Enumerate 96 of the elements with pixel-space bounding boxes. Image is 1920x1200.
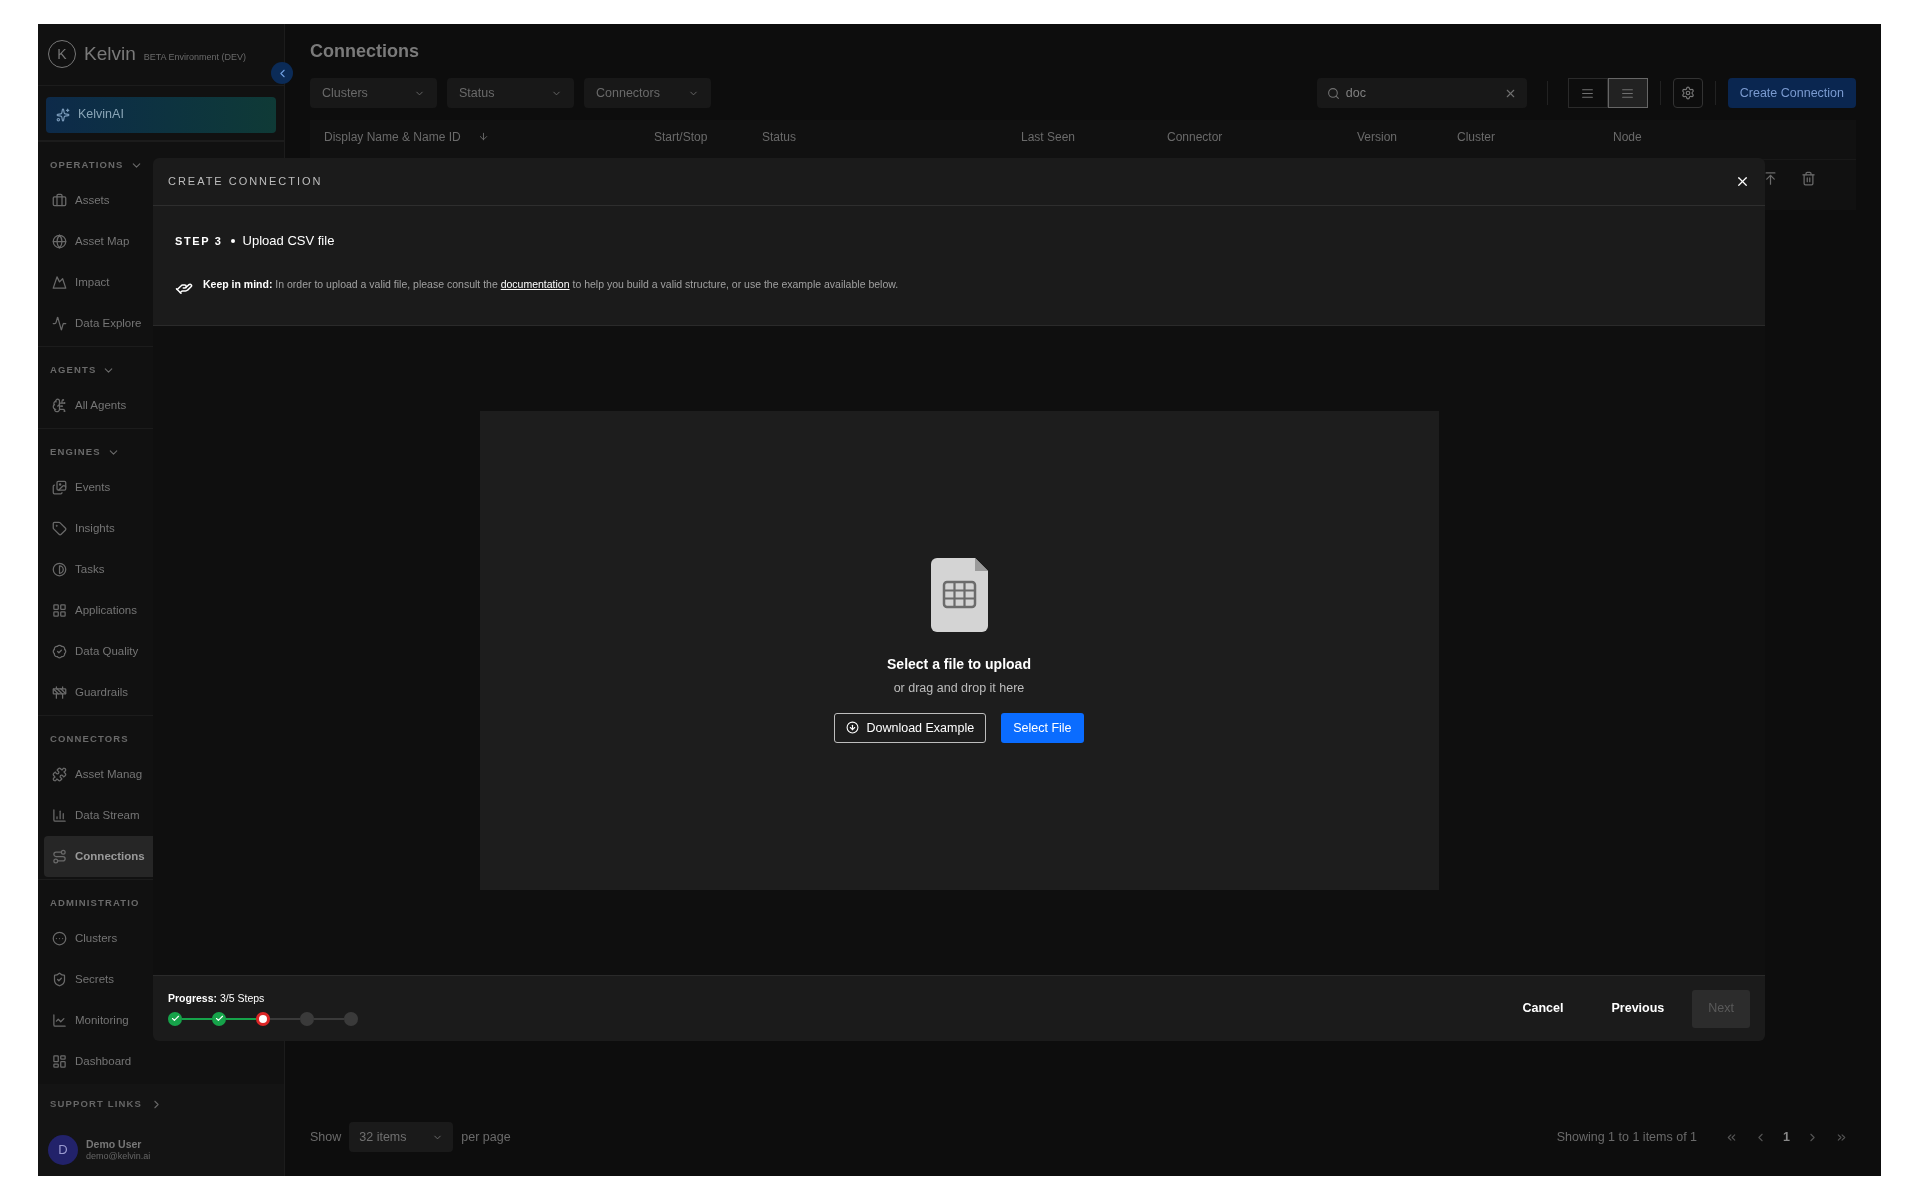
column-header[interactable]: Display Name & Name ID bbox=[324, 128, 461, 146]
select-file-button[interactable]: Select File bbox=[1001, 712, 1084, 743]
section-title: ADMINISTRATIO bbox=[50, 895, 140, 910]
per-page-label: per page bbox=[461, 1128, 511, 1146]
briefcase-icon bbox=[52, 193, 67, 208]
sidebar-item[interactable]: Asset Manag bbox=[44, 754, 153, 795]
sidebar-item[interactable]: Applications bbox=[44, 590, 153, 631]
section-title: CONNECTORS bbox=[50, 731, 129, 746]
close-icon[interactable] bbox=[1735, 174, 1750, 189]
sidebar-item[interactable]: Insights bbox=[44, 508, 153, 549]
bar-chart-icon bbox=[52, 808, 67, 823]
filter-dropdown[interactable]: Connectors bbox=[584, 78, 711, 108]
shield-icon bbox=[52, 972, 67, 987]
column-header[interactable]: Version bbox=[1357, 128, 1398, 146]
puzzle-icon bbox=[52, 767, 67, 782]
search-field[interactable]: doc bbox=[1316, 78, 1527, 108]
download-example-button[interactable]: Download Example bbox=[834, 712, 987, 743]
line-chart-icon bbox=[52, 1013, 67, 1028]
dots-circle-icon bbox=[52, 931, 67, 946]
environment-label: BETA Environment (DEV) bbox=[143, 50, 247, 64]
cancel-button[interactable]: Cancel bbox=[1508, 989, 1578, 1028]
sidebar-item[interactable]: Data Explore bbox=[44, 303, 153, 344]
download-icon bbox=[846, 721, 860, 735]
collapse-button[interactable] bbox=[271, 62, 293, 84]
section-title: OPERATIONS bbox=[50, 157, 124, 172]
lines-icon bbox=[1621, 86, 1635, 100]
brand-name: Kelvin bbox=[84, 42, 136, 67]
sidebar-item[interactable]: All Agents bbox=[44, 385, 153, 426]
sidebar-item[interactable]: Monitoring bbox=[44, 1000, 153, 1041]
barrier-icon bbox=[52, 685, 67, 700]
column-header[interactable]: Node bbox=[1613, 128, 1642, 146]
user-name: Demo User bbox=[86, 1137, 143, 1151]
sparkles-icon bbox=[56, 107, 70, 122]
lines-icon bbox=[1581, 86, 1595, 100]
dashboard-icon bbox=[52, 1054, 67, 1069]
page-size-dropdown[interactable]: 32 items bbox=[349, 1122, 454, 1152]
show-label: Show bbox=[310, 1128, 342, 1146]
page-number[interactable]: 1 bbox=[1783, 1127, 1790, 1147]
view-toggle[interactable] bbox=[1567, 78, 1608, 108]
head-icon bbox=[52, 398, 67, 413]
column-header[interactable]: Start/Stop bbox=[654, 128, 708, 146]
column-header[interactable]: Last Seen bbox=[1021, 128, 1076, 146]
ai-assistant-button[interactable]: KelvinAI bbox=[46, 96, 276, 133]
sort-arrow-icon[interactable] bbox=[478, 131, 489, 142]
dialog-title: CREATE CONNECTION bbox=[168, 174, 323, 190]
user-avatar[interactable]: D bbox=[48, 1135, 78, 1165]
settings-icon bbox=[1680, 86, 1695, 100]
half-circle-icon bbox=[52, 562, 67, 577]
sidebar-item[interactable]: Tasks bbox=[44, 549, 153, 590]
settings-button[interactable] bbox=[1672, 78, 1703, 108]
sidebar-item[interactable]: Guardrails bbox=[44, 672, 153, 713]
sidebar-item[interactable]: Clusters bbox=[44, 918, 153, 959]
create-connection-button[interactable]: Create Connection bbox=[1727, 78, 1856, 108]
mountain-icon bbox=[52, 275, 67, 290]
step-number: STEP 3 bbox=[175, 233, 223, 249]
step-title: Upload CSV file bbox=[242, 232, 335, 250]
trash-icon[interactable] bbox=[1801, 171, 1816, 186]
sidebar-item[interactable]: Dashboard bbox=[44, 1041, 153, 1082]
upload-icon[interactable] bbox=[1763, 171, 1778, 186]
column-header[interactable]: Connector bbox=[1167, 128, 1223, 146]
filter-dropdown[interactable]: Clusters bbox=[310, 78, 437, 108]
progress-label: Progress: 3/5 Steps bbox=[168, 991, 266, 1007]
documentation-link[interactable]: documentation bbox=[500, 277, 570, 290]
sidebar-item[interactable]: Data Quality bbox=[44, 631, 153, 672]
pulse-icon bbox=[52, 316, 67, 331]
spreadsheet-file-icon bbox=[930, 558, 988, 633]
sidebar-item[interactable]: Asset Map bbox=[44, 221, 153, 262]
pagination-summary: Showing 1 to 1 items of 1 bbox=[1556, 1128, 1698, 1146]
images-icon bbox=[52, 480, 67, 495]
note-text: Keep in mind: In order to upload a valid file, please consult the documentation to help you build a valid structure, or use the example available below. bbox=[203, 276, 900, 292]
previous-button[interactable]: Previous bbox=[1597, 989, 1679, 1028]
search-icon bbox=[1326, 86, 1340, 100]
globe-icon bbox=[52, 234, 67, 249]
sidebar-item[interactable]: Data Stream bbox=[44, 795, 153, 836]
column-header[interactable]: Cluster bbox=[1457, 128, 1495, 146]
sidebar-item[interactable]: Impact bbox=[44, 262, 153, 303]
view-toggle[interactable] bbox=[1607, 78, 1648, 108]
grid-icon bbox=[52, 603, 67, 618]
page-title: Connections bbox=[310, 40, 420, 63]
sidebar-item[interactable]: Connections bbox=[44, 836, 153, 877]
sidebar-item[interactable]: Secrets bbox=[44, 959, 153, 1000]
file-drop-zone[interactable]: Select a file to upload or drag and drop it here Download Example Select File bbox=[479, 411, 1439, 890]
support-links-label[interactable]: SUPPORT LINKS bbox=[50, 1096, 142, 1112]
sidebar-item[interactable]: Events bbox=[44, 467, 153, 508]
route-icon bbox=[52, 849, 67, 864]
drop-zone-subtitle: or drag and drop it here bbox=[893, 680, 1025, 698]
sidebar-item[interactable]: Assets bbox=[44, 180, 153, 221]
filter-dropdown[interactable]: Status bbox=[447, 78, 574, 108]
tag-icon bbox=[52, 521, 67, 536]
column-header[interactable]: Status bbox=[762, 128, 797, 146]
bullet-icon bbox=[230, 238, 235, 243]
section-title: AGENTS bbox=[50, 362, 97, 377]
section-title: ENGINES bbox=[50, 444, 101, 459]
drop-zone-title: Select a file to upload bbox=[887, 655, 1031, 675]
badge-icon bbox=[52, 644, 67, 659]
user-email: demo@kelvin.ai bbox=[86, 1150, 151, 1163]
